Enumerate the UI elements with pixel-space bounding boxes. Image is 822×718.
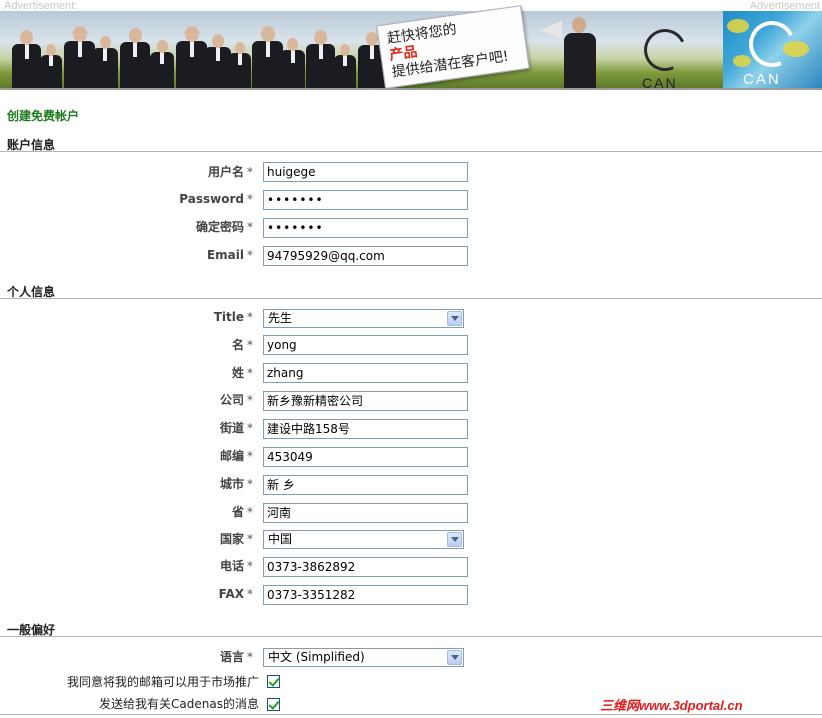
section-divider xyxy=(0,714,822,715)
cadenas-news-checkbox[interactable] xyxy=(267,698,280,711)
last-name-label: 姓 * xyxy=(231,366,253,380)
crowd-person xyxy=(228,42,251,88)
title-label: Title * xyxy=(213,310,253,324)
phone-label: 电话 * xyxy=(219,559,253,573)
marketing-consent-label: 我同意将我的邮箱可以用于市场推广 xyxy=(66,675,259,689)
country-label: 国家 * xyxy=(219,532,253,546)
language-select[interactable]: 中文 (Simplified) xyxy=(263,648,464,667)
crowd-person xyxy=(280,38,305,88)
chevron-down-icon[interactable] xyxy=(447,650,462,665)
watermark-text: 三维网www.3dportal.cn xyxy=(600,698,743,713)
country-select-value: 中国 xyxy=(268,532,293,546)
email-field[interactable]: 94795929@qq.com xyxy=(263,246,468,266)
title-select[interactable]: 先生 xyxy=(263,309,464,328)
email-label: Email * xyxy=(206,248,253,262)
province-field[interactable]: 河南 xyxy=(263,503,468,523)
fax-field[interactable]: 0373-3351282 xyxy=(263,585,468,605)
crowd-person xyxy=(120,28,150,88)
cadenas-news-label: 发送给我有关Cadenas的消息 xyxy=(99,697,259,711)
language-select-value: 中文 (Simplified) xyxy=(268,650,365,664)
zip-label: 邮编 * xyxy=(219,449,253,463)
section-divider xyxy=(0,636,822,637)
crowd-person xyxy=(252,26,283,88)
company-field[interactable]: 新乡豫新精密公司 xyxy=(263,391,468,411)
section-divider xyxy=(0,151,822,152)
city-label: 城市 * xyxy=(219,477,253,491)
username-label: 用户名 * xyxy=(207,165,253,179)
username-field[interactable]: huigege xyxy=(263,162,468,182)
fax-label: FAX * xyxy=(218,587,253,601)
first-name-label: 名 * xyxy=(231,338,253,352)
zip-field[interactable]: 453049 xyxy=(263,447,468,467)
megaphone-man-figure xyxy=(540,17,600,88)
crowd-person xyxy=(12,30,41,88)
language-label: 语言 * xyxy=(219,650,253,664)
can-logo: CAN xyxy=(638,23,692,90)
crowd-person xyxy=(204,34,231,88)
marketing-consent-checkbox[interactable] xyxy=(267,675,280,688)
confirm-password-field[interactable]: ••••••• xyxy=(263,218,468,238)
ad-banner[interactable]: Advertisement: Advertisement 赶快将您的 产品 提供… xyxy=(0,0,822,90)
confirm-password-label: 确定密码 * xyxy=(195,220,253,234)
section-divider xyxy=(0,298,822,299)
megaphone-icon xyxy=(540,21,562,39)
country-select[interactable]: 中国 xyxy=(263,530,464,549)
crowd-person xyxy=(334,44,356,88)
street-field[interactable]: 建设中路158号 xyxy=(263,419,468,439)
street-label: 街道 * xyxy=(219,421,253,435)
title-select-value: 先生 xyxy=(268,311,293,325)
city-field[interactable]: 新 乡 xyxy=(263,475,468,495)
crowd-person xyxy=(92,36,118,88)
last-name-field[interactable]: zhang xyxy=(263,363,468,383)
first-name-field[interactable]: yong xyxy=(263,335,468,355)
phone-field[interactable]: 0373-3862892 xyxy=(263,557,468,577)
crowd-person xyxy=(150,40,174,88)
company-label: 公司 * xyxy=(219,393,253,407)
banner-divider xyxy=(0,88,822,90)
password-label: Password * xyxy=(179,192,253,206)
crowd-person xyxy=(176,26,207,88)
crowd-illustration xyxy=(0,11,386,88)
banner-image: 赶快将您的 产品 提供给潜在客户吧! CAN xyxy=(0,5,723,90)
page-title: 创建免费帐户 xyxy=(7,109,80,123)
ad-label-right: Advertisement xyxy=(749,0,820,12)
crowd-person xyxy=(64,26,95,88)
chevron-down-icon[interactable] xyxy=(447,532,462,547)
password-field[interactable]: ••••••• xyxy=(263,190,468,210)
speech-bubble: 赶快将您的 产品 提供给潜在客户吧! xyxy=(376,5,530,89)
chevron-down-icon[interactable] xyxy=(447,311,462,326)
crowd-person xyxy=(306,30,335,88)
ad-label-left: Advertisement: xyxy=(4,0,78,12)
banner-side-logo: CAN xyxy=(723,11,822,88)
side-logo-text: CAN xyxy=(743,71,781,88)
province-label: 省 * xyxy=(231,505,253,519)
crowd-person xyxy=(40,44,62,88)
